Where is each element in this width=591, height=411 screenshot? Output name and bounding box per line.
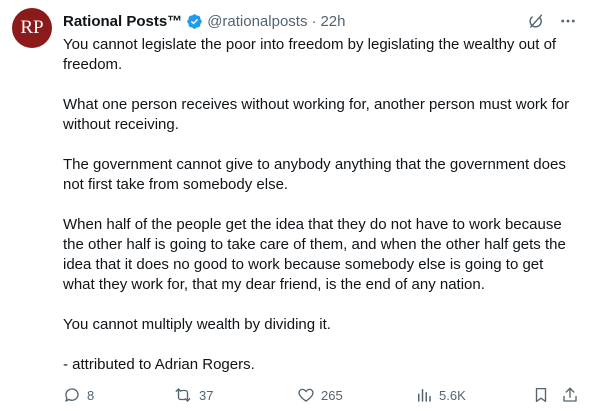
more-icon[interactable]: [559, 12, 577, 30]
share-icon: [561, 386, 579, 404]
like-button[interactable]: 265: [297, 384, 343, 406]
reply-icon: [63, 386, 81, 404]
repost-icon: [173, 386, 193, 404]
views-icon: [415, 386, 433, 404]
tweet-paragraph: - attributed to Adrian Rogers.: [63, 356, 255, 373]
reply-count: 8: [87, 387, 95, 403]
bookmark-icon: [532, 386, 550, 404]
tweet-paragraph: What one person receives without working…: [63, 96, 570, 133]
tweet-paragraph: You cannot legislate the poor into freed…: [63, 36, 557, 73]
tweet[interactable]: RP Rational Posts™ @rationalposts · 22h …: [0, 0, 591, 411]
tweet-text: You cannot legislate the poor into freed…: [63, 35, 578, 375]
views-button[interactable]: 5.6K: [415, 384, 466, 406]
separator: ·: [311, 12, 317, 30]
tweet-header: Rational Posts™ @rationalposts · 22h: [63, 10, 577, 32]
author-name[interactable]: Rational Posts™: [63, 13, 182, 30]
bookmark-button[interactable]: [532, 384, 550, 406]
tweet-paragraph: The government cannot give to anybody an…: [63, 156, 566, 193]
repost-count: 37: [199, 387, 214, 403]
grok-icon[interactable]: [526, 12, 545, 31]
reply-button[interactable]: 8: [63, 384, 94, 406]
avatar[interactable]: RP: [12, 8, 52, 48]
tweet-paragraph: You cannot multiply wealth by dividing i…: [63, 316, 331, 333]
like-icon: [297, 386, 315, 404]
verified-badge-icon[interactable]: [186, 13, 203, 30]
views-count: 5.6K: [439, 387, 466, 403]
author-handle[interactable]: @rationalposts: [207, 13, 307, 30]
repost-button[interactable]: 37: [173, 384, 213, 406]
action-bar: 8 37 265 5.6K: [63, 384, 579, 406]
share-button[interactable]: [561, 384, 579, 406]
tweet-paragraph: When half of the people get the idea tha…: [63, 216, 566, 293]
like-count: 265: [321, 387, 343, 403]
timestamp[interactable]: 22h: [320, 13, 345, 30]
